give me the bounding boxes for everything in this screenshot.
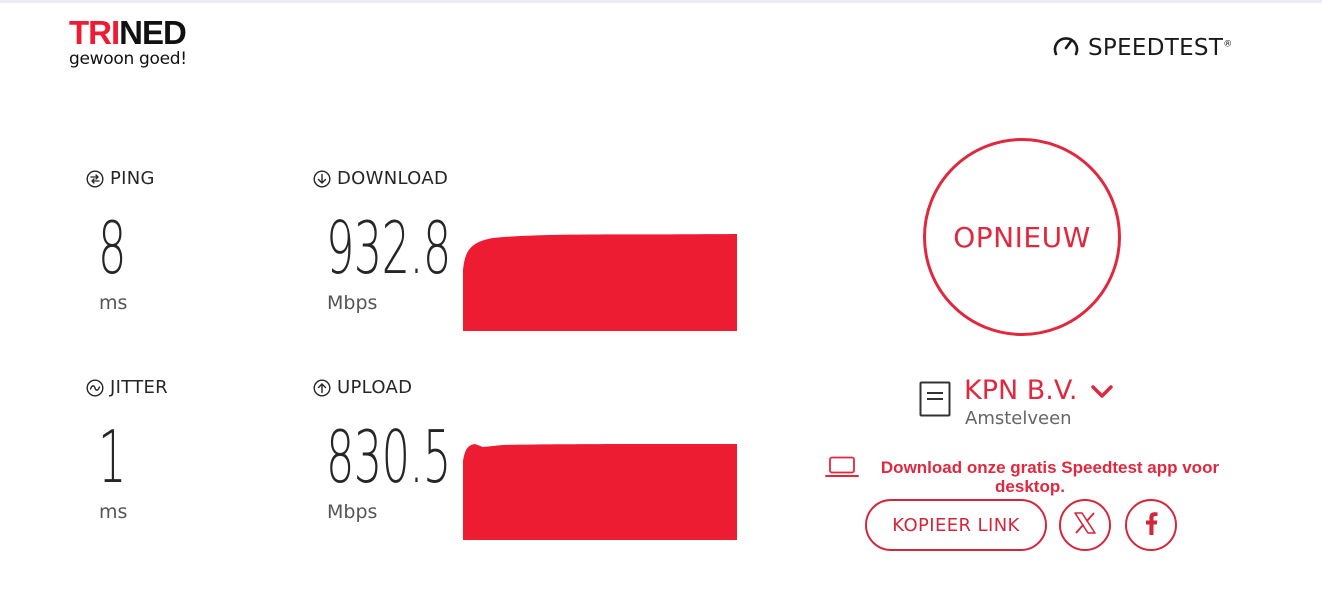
gauge-icon bbox=[1052, 33, 1080, 62]
copy-link-button[interactable]: KOPIEER LINK bbox=[865, 499, 1047, 551]
jitter-value: 1 bbox=[98, 415, 126, 499]
download-unit: Mbps bbox=[327, 292, 378, 314]
brand-label: SPEEDTEST® bbox=[1088, 34, 1233, 61]
upload-label: UPLOAD bbox=[313, 377, 412, 398]
upload-value: 830.5 bbox=[326, 415, 451, 499]
facebook-icon bbox=[1144, 511, 1158, 540]
ping-unit: ms bbox=[99, 292, 128, 314]
upload-graph bbox=[463, 444, 737, 540]
ping-icon bbox=[86, 169, 104, 188]
app-promo-text[interactable]: Download onze gratis Speedtest app voor … bbox=[823, 458, 1237, 496]
trined-logo[interactable]: TRINED gewoon goed! bbox=[69, 14, 187, 69]
share-x-button[interactable] bbox=[1059, 499, 1111, 551]
server-location: Amstelveen bbox=[965, 408, 1072, 429]
upload-unit: Mbps bbox=[327, 501, 378, 523]
jitter-label: JITTER bbox=[86, 377, 168, 398]
download-graph bbox=[463, 234, 737, 331]
speedtest-brand[interactable]: SPEEDTEST® bbox=[1052, 33, 1233, 62]
top-divider bbox=[0, 0, 1322, 3]
server-name: KPN B.V. bbox=[964, 375, 1078, 406]
share-facebook-button[interactable] bbox=[1125, 499, 1177, 551]
arrow-down-circle-icon bbox=[313, 169, 331, 188]
restart-test-button[interactable]: OPNIEUW bbox=[923, 138, 1121, 336]
x-icon bbox=[1072, 510, 1098, 541]
arrow-up-circle-icon bbox=[313, 378, 331, 397]
download-value: 932.8 bbox=[326, 206, 451, 290]
logo-wordmark: TRINED bbox=[69, 14, 187, 51]
server-icon bbox=[919, 381, 951, 422]
logo-tagline: gewoon goed! bbox=[69, 49, 187, 69]
jitter-unit: ms bbox=[99, 501, 128, 523]
download-label: DOWNLOAD bbox=[313, 168, 448, 189]
chevron-down-icon[interactable] bbox=[1091, 375, 1114, 406]
ping-label: PING bbox=[86, 168, 155, 189]
jitter-icon bbox=[86, 378, 104, 397]
server-selector[interactable]: KPN B.V. bbox=[964, 375, 1114, 406]
speedtest-page: TRINED gewoon goed! SPEEDTEST® PING 8 ms bbox=[0, 0, 1322, 607]
ping-value: 8 bbox=[98, 206, 126, 290]
